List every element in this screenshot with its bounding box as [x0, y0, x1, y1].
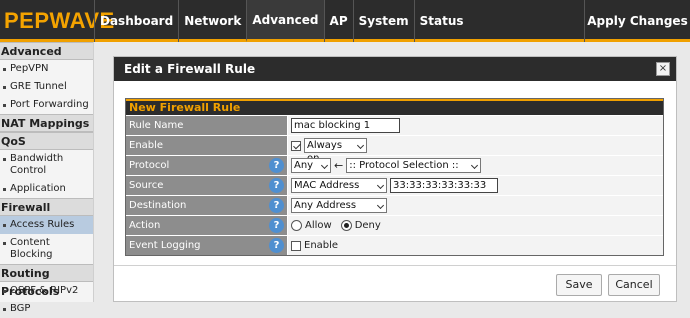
help-icon[interactable]: ? — [269, 218, 284, 233]
row-rule-name: Rule Name mac blocking 1 — [126, 115, 663, 135]
row-enable: Enable Always on — [126, 135, 663, 164]
firewall-rule-form: New Firewall Rule Rule Name mac blocking… — [125, 98, 664, 256]
destination-select[interactable]: Any Address — [291, 198, 387, 213]
event-logging-label: Event Logging? — [126, 236, 288, 255]
sidebar-item-access-rules[interactable]: Access Rules — [0, 216, 93, 234]
sidebar-heading-firewall: Firewall — [0, 198, 93, 216]
nav-status[interactable]: Status — [413, 0, 469, 42]
arrow-left-icon: ← — [334, 159, 344, 172]
sidebar-item-application[interactable]: Application — [0, 180, 93, 198]
action-allow-label[interactable]: Allow — [305, 220, 332, 231]
enable-checkbox[interactable] — [291, 140, 301, 151]
form-section-title: New Firewall Rule — [126, 99, 663, 115]
enable-label: Enable — [126, 136, 288, 155]
protocol-select[interactable]: Any — [291, 158, 331, 173]
top-bar: PEPWAVE Dashboard Network Advanced AP Sy… — [0, 0, 690, 42]
source-mac-input[interactable]: 33:33:33:33:33:33 — [390, 178, 498, 193]
source-type-select[interactable]: MAC Address — [291, 178, 387, 193]
cancel-button[interactable]: Cancel — [608, 274, 660, 296]
event-logging-checkbox[interactable] — [291, 240, 301, 251]
sidebar-item-gre-tunnel[interactable]: GRE Tunnel — [0, 78, 93, 96]
dialog-divider — [114, 265, 676, 266]
close-icon[interactable]: × — [656, 62, 670, 76]
row-action: Action? Allow Deny — [126, 215, 663, 235]
sidebar: Advanced PepVPN GRE Tunnel Port Forwardi… — [0, 42, 94, 314]
nav-advanced[interactable]: Advanced — [246, 0, 324, 42]
action-deny-label[interactable]: Deny — [355, 220, 381, 231]
sidebar-item-bgp[interactable]: BGP — [0, 300, 93, 318]
edit-firewall-rule-dialog: Edit a Firewall Rule × New Firewall Rule… — [113, 56, 677, 302]
row-source: Source? MAC Address 33:33:33:33:33:33 — [126, 175, 663, 195]
help-icon[interactable]: ? — [269, 158, 284, 173]
row-destination: Destination? Any Address — [126, 195, 663, 215]
sidebar-item-ospf-ripv2[interactable]: OSPF & RIPv2 — [0, 282, 93, 300]
sidebar-heading-qos: QoS — [0, 132, 93, 150]
nav-system[interactable]: System — [352, 0, 414, 42]
action-label: Action? — [126, 216, 288, 235]
sidebar-item-port-forwarding[interactable]: Port Forwarding — [0, 96, 93, 114]
sidebar-item-content-blocking[interactable]: Content Blocking — [0, 234, 93, 264]
save-button[interactable]: Save — [556, 274, 602, 296]
action-allow-radio[interactable] — [291, 220, 302, 231]
schedule-select[interactable]: Always on — [304, 138, 367, 164]
sidebar-item-pepvpn[interactable]: PepVPN — [0, 60, 93, 78]
nav-ap[interactable]: AP — [323, 0, 353, 42]
row-protocol: Protocol? Any ← :: Protocol Selection :: — [126, 155, 663, 175]
help-icon[interactable]: ? — [269, 238, 284, 253]
rule-name-input[interactable]: mac blocking 1 — [291, 118, 400, 133]
sidebar-heading-advanced: Advanced — [0, 42, 93, 60]
action-deny-radio[interactable] — [340, 220, 352, 231]
dialog-title: Edit a Firewall Rule — [114, 57, 676, 81]
destination-label: Destination? — [126, 196, 288, 215]
protocol-selection-select[interactable]: :: Protocol Selection :: — [346, 158, 482, 173]
sidebar-item-bandwidth-control[interactable]: Bandwidth Control — [0, 150, 70, 180]
help-icon[interactable]: ? — [269, 178, 284, 193]
sidebar-heading-nat-mappings[interactable]: NAT Mappings — [0, 114, 93, 132]
apply-changes-button[interactable]: Apply Changes — [584, 0, 690, 42]
source-label: Source? — [126, 176, 288, 195]
row-event-logging: Event Logging? Enable — [126, 235, 663, 255]
help-icon[interactable]: ? — [269, 198, 284, 213]
rule-name-label: Rule Name — [126, 116, 288, 135]
event-logging-enable-label[interactable]: Enable — [304, 240, 338, 251]
nav-network[interactable]: Network — [178, 0, 246, 42]
sidebar-heading-routing-protocols: Routing Protocols — [0, 264, 93, 298]
main-nav: Dashboard Network Advanced AP System Sta… — [94, 0, 469, 42]
nav-dashboard[interactable]: Dashboard — [94, 0, 178, 42]
protocol-label: Protocol? — [126, 156, 288, 175]
